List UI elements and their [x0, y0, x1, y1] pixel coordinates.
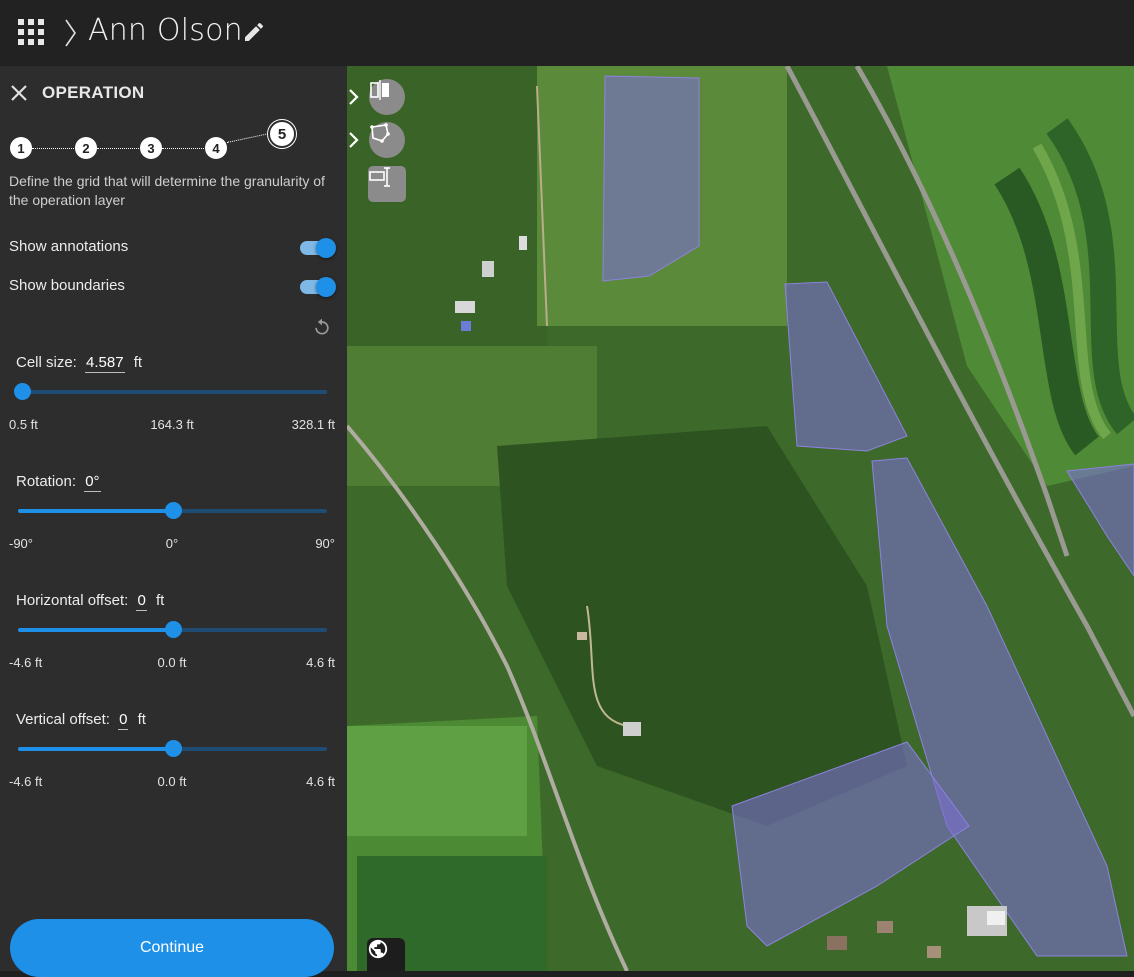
slider-label: Horizontal offset: 0 ft — [16, 592, 164, 611]
slider-mid-label: 0.0 ft — [157, 655, 187, 670]
rotation-slider[interactable] — [18, 502, 327, 519]
slider-mid-label: 0.0 ft — [157, 774, 187, 789]
split-field-icon[interactable] — [369, 79, 405, 115]
cell-size-slider[interactable] — [14, 383, 327, 400]
slider-min-label: -4.6 ft — [9, 774, 43, 789]
basemap-globe-button[interactable] — [367, 938, 405, 971]
close-icon[interactable] — [9, 83, 29, 103]
slider-fill — [18, 628, 173, 632]
show-annotations-toggle[interactable] — [300, 238, 336, 258]
slider-thumb[interactable] — [164, 740, 182, 757]
slider-unit: ft — [155, 592, 165, 609]
vertical-offset-input[interactable]: 0 — [118, 711, 129, 730]
step-connector — [97, 148, 141, 149]
panel-heading: OPERATION — [42, 83, 145, 102]
slider-label-text: Cell size: — [16, 354, 77, 371]
step-2[interactable]: 2 — [75, 137, 97, 159]
step-3[interactable]: 3 — [140, 137, 162, 159]
step-connector — [162, 148, 206, 149]
satellite-map[interactable] — [347, 66, 1134, 971]
slider-max-label: 4.6 ft — [306, 774, 335, 789]
step-connector — [32, 148, 76, 149]
slider-thumb[interactable] — [14, 383, 32, 400]
slider-max-label: 328.1 ft — [291, 417, 335, 432]
operation-panel: OPERATION 1 2 3 4 5 Define the grid that… — [0, 66, 347, 977]
slider-fill — [18, 747, 173, 751]
page-title: Ann Olson — [88, 13, 243, 48]
vertical-offset-slider-group: Vertical offset: 0 ft -4.6 ft 0.0 ft 4.6… — [0, 711, 347, 811]
slider-mid-label: 164.3 ft — [150, 417, 194, 432]
cell-size-slider-group: Cell size: 4.587 ft 0.5 ft 164.3 ft 328.… — [0, 354, 347, 454]
chevron-right-icon — [65, 19, 76, 47]
continue-button[interactable]: Continue — [10, 919, 334, 977]
cell-size-input[interactable]: 4.587 — [85, 354, 125, 373]
slider-label-text: Vertical offset: — [16, 711, 110, 728]
measure-tool-icon[interactable] — [368, 166, 406, 202]
slider-min-label: -90° — [9, 536, 33, 551]
apps-grid-icon[interactable] — [18, 19, 44, 45]
chevron-right-icon[interactable] — [347, 130, 361, 150]
step-description: Define the grid that will determine the … — [9, 173, 325, 208]
chevron-right-icon[interactable] — [347, 87, 361, 107]
slider-max-label: 90° — [315, 536, 335, 551]
step-connector — [226, 132, 271, 143]
slider-thumb[interactable] — [164, 502, 182, 519]
rotation-input[interactable]: 0° — [84, 473, 101, 492]
slider-label-text: Horizontal offset: — [16, 592, 129, 609]
slider-label: Cell size: 4.587 ft — [16, 354, 142, 373]
slider-min-label: -4.6 ft — [9, 655, 43, 670]
slider-unit: ft — [137, 711, 146, 728]
top-bar: Ann Olson — [0, 0, 1134, 66]
slider-max-label: 4.6 ft — [306, 655, 335, 670]
edit-boundary-icon[interactable] — [369, 122, 405, 158]
toggle-label: Show boundaries — [9, 277, 125, 294]
slider-label-text: Rotation: — [16, 473, 77, 490]
toggle-row-annotations: Show annotations — [9, 236, 336, 258]
rotation-slider-group: Rotation: 0° -90° 0° 90° — [0, 473, 347, 573]
show-boundaries-toggle[interactable] — [300, 277, 336, 297]
reset-icon[interactable] — [312, 317, 332, 337]
stepper: 1 2 3 4 5 — [0, 120, 347, 168]
globe-icon — [368, 939, 388, 959]
horizontal-offset-slider[interactable] — [18, 621, 327, 638]
edit-pencil-icon[interactable] — [242, 20, 266, 44]
horizontal-offset-slider-group: Horizontal offset: 0 ft -4.6 ft 0.0 ft 4… — [0, 592, 347, 692]
step-1[interactable]: 1 — [10, 137, 32, 159]
slider-label: Rotation: 0° — [16, 473, 106, 492]
vertical-offset-slider[interactable] — [18, 740, 327, 757]
slider-label: Vertical offset: 0 ft — [16, 711, 146, 730]
slider-min-label: 0.5 ft — [9, 417, 38, 432]
slider-unit: ft — [133, 354, 143, 371]
map-imagery — [347, 66, 1134, 971]
step-5[interactable]: 5 — [268, 120, 296, 148]
horizontal-offset-input[interactable]: 0 — [136, 592, 147, 611]
slider-fill — [18, 509, 173, 513]
toggle-row-boundaries: Show boundaries — [9, 275, 336, 297]
step-4[interactable]: 4 — [205, 137, 227, 159]
toggle-label: Show annotations — [9, 238, 129, 255]
slider-thumb[interactable] — [164, 621, 182, 638]
slider-mid-label: 0° — [165, 536, 179, 551]
